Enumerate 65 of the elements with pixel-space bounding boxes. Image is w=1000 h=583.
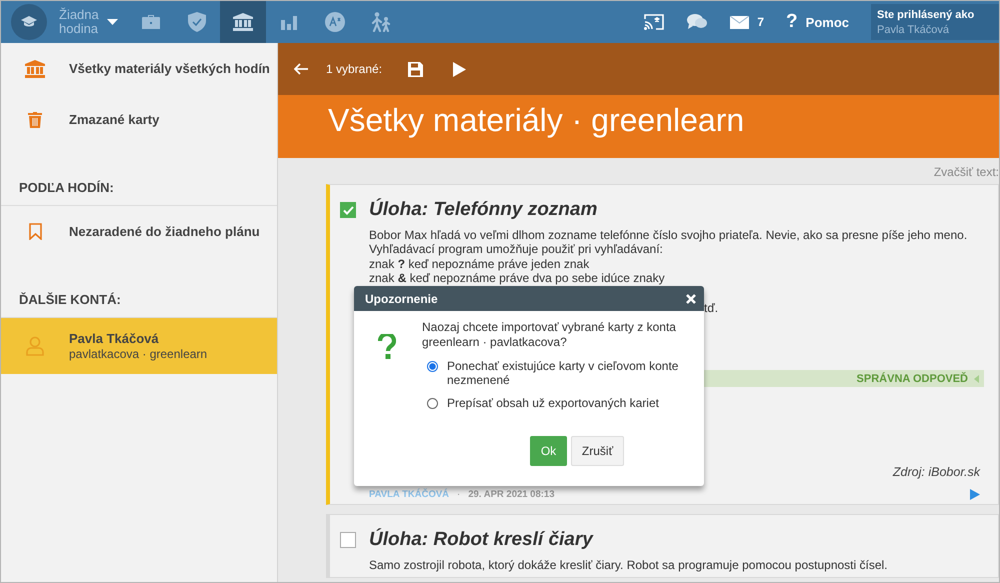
play-icon — [453, 62, 466, 76]
task-text: Vyhľadávací program umožňuje použiť pri vyhľadávaní: — [369, 242, 664, 257]
play-icon[interactable] — [970, 489, 980, 500]
save-icon — [408, 62, 424, 76]
graduation-cap-icon — [21, 16, 37, 28]
task-text: tď. — [704, 301, 718, 316]
back-button[interactable] — [294, 63, 308, 75]
user-name: Pavla Tkáčová — [877, 24, 950, 36]
user-panel[interactable]: Ste prihlásený ako Pavla Tkáčová — [871, 4, 999, 40]
back-arrow-icon — [294, 63, 308, 75]
briefcase-icon — [141, 14, 161, 30]
chat-button[interactable] — [686, 13, 708, 31]
close-icon[interactable] — [686, 294, 696, 304]
page-title: Všetky materiály · greenlearn — [327, 101, 744, 139]
cast-button[interactable] — [644, 14, 664, 30]
author-name: PAVLA TKÁČOVÁ — [369, 489, 450, 500]
cancel-button[interactable]: Zrušiť — [571, 436, 624, 466]
checkbox[interactable] — [340, 532, 356, 548]
checkbox[interactable] — [340, 202, 356, 218]
radio-button[interactable] — [427, 361, 438, 372]
shield-check-icon — [188, 12, 206, 32]
card-date: 29. APR 2021 08:13 — [468, 489, 554, 500]
mail-button[interactable]: 7 — [730, 15, 764, 29]
caret-icon — [974, 374, 979, 383]
account-item[interactable]: Pavla Tkáčová pavlatkacova · greenlearn — [1, 318, 277, 374]
radio-button[interactable] — [427, 398, 438, 409]
card-title: Úloha: Telefónny zoznam — [369, 199, 598, 221]
separator-dot: · — [457, 489, 460, 500]
trash-icon — [28, 112, 42, 128]
avatar[interactable] — [11, 4, 47, 40]
account-name: Pavla Tkáčová — [69, 331, 160, 346]
mail-icon — [730, 16, 750, 28]
save-button[interactable] — [408, 62, 424, 76]
dialog-message: Naozaj chcete importovať vybrané karty z konta greenlearn · pavlatkacova? — [422, 320, 677, 350]
option-label: Prepísať obsah už exportovaných kariet — [447, 396, 659, 410]
question-icon — [378, 334, 396, 360]
help-button[interactable]: ? Pomoc — [786, 11, 849, 33]
user-caption: Ste prihlásený ako — [877, 8, 976, 20]
cast-icon — [644, 14, 664, 30]
circle-badge-icon — [325, 12, 345, 32]
bookmark-icon — [28, 223, 42, 240]
bank-icon — [25, 60, 45, 78]
sidebar-item[interactable]: Všetky materiály všetkých hodín — [1, 43, 277, 94]
bar-chart-icon — [281, 14, 297, 30]
dialog-title: Upozornenie — [365, 292, 438, 306]
task-text: znak ? keď nepoznáme práve jeden znak — [369, 256, 590, 271]
card-title: Úloha: Robot kreslí čiary — [369, 529, 593, 552]
nav-tab[interactable] — [220, 1, 266, 43]
play-button[interactable] — [453, 62, 466, 76]
task-text: Bobor Max hľadá vo veľmi dlhom zozname telefónne číslo svojho priateľa. Nevie, ako sa presne píše jeho meno. — [369, 228, 968, 242]
zoom-text-label: Zvačšiť text: — [934, 164, 999, 178]
source-text: Zdroj: iBobor.sk — [892, 465, 982, 480]
caret-icon — [107, 19, 118, 25]
hikers-icon — [370, 12, 392, 32]
account-login: pavlatkacova · greenlearn — [69, 347, 208, 361]
bank-icon — [233, 13, 253, 31]
user-icon — [26, 336, 44, 356]
task-text: Samo zostrojil robota, ktorý dokáže kresliť čiary. Robot sa programuje pomocou postupnosti čísel. — [369, 558, 889, 573]
sidebar-item[interactable]: Zmazané karty — [1, 94, 277, 145]
option-label: Ponechať existujúce karty v cieľovom konte nezmenené — [447, 359, 680, 387]
chat-icon — [686, 13, 708, 31]
selection-count: 1 vybrané: — [326, 62, 382, 76]
sidebar-item[interactable]: Nezaradené do žiadneho plánu — [1, 206, 277, 257]
task-text: znak & keď nepoznáme práve dva po sebe idúce znaky — [369, 270, 666, 286]
section-heading: PODĽA HODÍN: — [1, 180, 277, 206]
